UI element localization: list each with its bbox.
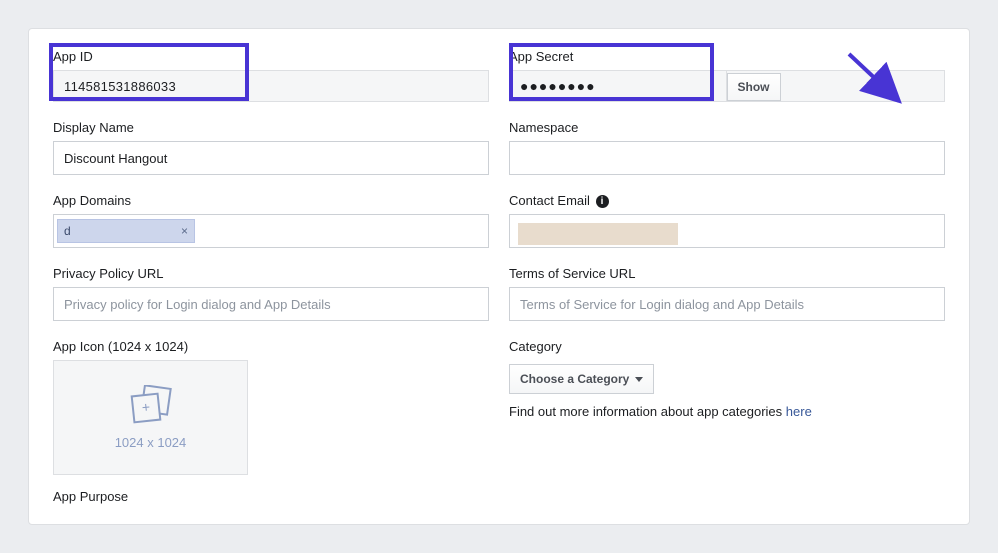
label-tos: Terms of Service URL [509,266,945,281]
label-app-secret: App Secret [509,49,945,64]
app-id-value-bar: 114581531886033 [53,70,489,102]
app-domains-input[interactable]: d × [53,214,489,248]
category-helper-prefix: Find out more information about app cate… [509,404,786,419]
field-app-secret: App Secret ●●●●●●●● Show [509,49,945,102]
field-category: Category Choose a Category Find out more… [509,339,945,475]
category-helper-link[interactable]: here [786,404,812,419]
app-icon-upload[interactable]: + 1024 x 1024 [53,360,248,475]
domain-chip-text: d [64,224,71,238]
category-select[interactable]: Choose a Category [509,364,654,394]
field-privacy-policy: Privacy Policy URL [53,266,489,321]
row-appid-secret: App ID 114581531886033 App Secret ●●●●●●… [53,49,945,102]
row-domains-contact: App Domains d × Contact Email i [53,193,945,248]
label-contact-email: Contact Email i [509,193,945,208]
label-app-icon: App Icon (1024 x 1024) [53,339,489,354]
row-privacy-tos: Privacy Policy URL Terms of Service URL [53,266,945,321]
field-tos: Terms of Service URL [509,266,945,321]
field-namespace: Namespace [509,120,945,175]
label-namespace: Namespace [509,120,945,135]
label-app-id: App ID [53,49,489,64]
chip-remove-icon[interactable]: × [181,224,188,238]
settings-card: App ID 114581531886033 App Secret ●●●●●●… [28,28,970,525]
caret-down-icon [635,377,643,382]
label-app-purpose: App Purpose [53,489,489,504]
category-select-label: Choose a Category [520,372,629,386]
namespace-input[interactable] [509,141,945,175]
tos-input[interactable] [509,287,945,321]
field-display-name: Display Name [53,120,489,175]
display-name-input[interactable] [53,141,489,175]
info-icon[interactable]: i [596,195,609,208]
label-app-domains: App Domains [53,193,489,208]
label-privacy-policy: Privacy Policy URL [53,266,489,281]
app-secret-masked: ●●●●●●●● [510,71,726,101]
field-app-icon: App Icon (1024 x 1024) + 1024 x 1024 [53,339,489,475]
svg-text:+: + [140,399,150,416]
app-secret-value-bar: ●●●●●●●● [509,70,727,102]
field-contact-email: Contact Email i [509,193,945,248]
contact-email-redacted [518,223,678,245]
domain-chip[interactable]: d × [57,219,195,243]
category-helper: Find out more information about app cate… [509,404,945,419]
icon-placeholder-text: 1024 x 1024 [115,435,187,450]
contact-email-input[interactable] [509,214,945,248]
app-id-value: 114581531886033 [54,71,488,101]
label-category: Category [509,339,945,354]
label-contact-email-text: Contact Email [509,193,590,208]
label-display-name: Display Name [53,120,489,135]
privacy-policy-input[interactable] [53,287,489,321]
field-app-id: App ID 114581531886033 [53,49,489,102]
upload-placeholder-icon: + [127,385,175,427]
show-secret-button[interactable]: Show [727,73,781,101]
field-app-purpose: App Purpose [53,489,489,510]
row-app-purpose: App Purpose [53,489,945,510]
row-icon-category: App Icon (1024 x 1024) + 1024 x 1024 Cat… [53,339,945,475]
field-app-domains: App Domains d × [53,193,489,248]
row-displayname-namespace: Display Name Namespace [53,120,945,175]
